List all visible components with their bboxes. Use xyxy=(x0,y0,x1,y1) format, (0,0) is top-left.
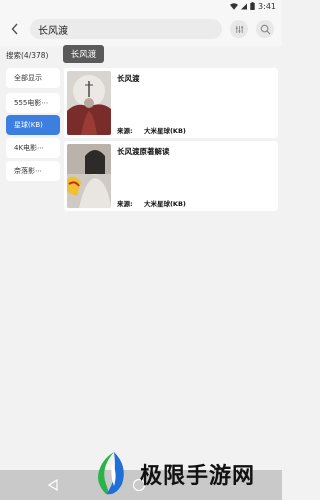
search-icon xyxy=(260,24,270,34)
back-button[interactable] xyxy=(6,19,24,39)
top-bar: 长风渡 xyxy=(0,12,282,46)
source-item-all[interactable]: 全部显示 xyxy=(6,68,60,88)
battery-icon xyxy=(250,2,255,10)
filter-icon xyxy=(235,25,243,33)
watermark: 极限手游网 xyxy=(92,446,277,500)
poster-thumbnail xyxy=(67,71,111,135)
keyword-chip[interactable]: 长风渡 xyxy=(63,45,104,63)
watermark-text: 极限手游网 xyxy=(140,464,256,489)
source-item-4k[interactable]: 4K电影⋯ xyxy=(6,138,60,158)
wifi-icon xyxy=(230,2,239,10)
filter-button[interactable] xyxy=(230,20,248,38)
search-count: 搜索(4/378) xyxy=(6,51,49,60)
result-source: 来源: 大米星球(KB) xyxy=(117,198,186,208)
source-name: 大米星球(KB) xyxy=(143,200,186,208)
search-input[interactable]: 长风渡 xyxy=(30,19,222,39)
result-card[interactable]: 长风渡 来源: 大米星球(KB) xyxy=(64,68,278,138)
result-title: 长风渡 xyxy=(117,74,140,83)
source-item-nailuo[interactable]: 奈落影⋯ xyxy=(6,161,60,181)
triangle-back-icon[interactable] xyxy=(48,479,58,491)
status-icons: 3:41 xyxy=(230,0,276,12)
status-bar: 3:41 xyxy=(0,0,282,12)
source-name: 大米星球(KB) xyxy=(143,127,186,135)
cell-signal-icon xyxy=(241,3,248,9)
poster-thumbnail xyxy=(67,144,111,208)
source-label: 来源: xyxy=(117,200,133,208)
chevron-left-icon xyxy=(11,23,18,35)
watermark-logo-icon xyxy=(98,452,124,495)
source-item-xingqiu[interactable]: 星球(KB) xyxy=(6,115,60,135)
result-card[interactable]: 长风渡原著解读 来源: 大米星球(KB) xyxy=(64,141,278,211)
search-button[interactable] xyxy=(256,20,274,38)
result-title: 长风渡原著解读 xyxy=(117,147,170,156)
result-source: 来源: 大米星球(KB) xyxy=(117,125,186,135)
status-time: 3:41 xyxy=(258,1,276,11)
source-label: 来源: xyxy=(117,127,133,135)
search-query: 长风渡 xyxy=(38,26,68,37)
source-item-555[interactable]: 555电影⋯ xyxy=(6,93,60,113)
